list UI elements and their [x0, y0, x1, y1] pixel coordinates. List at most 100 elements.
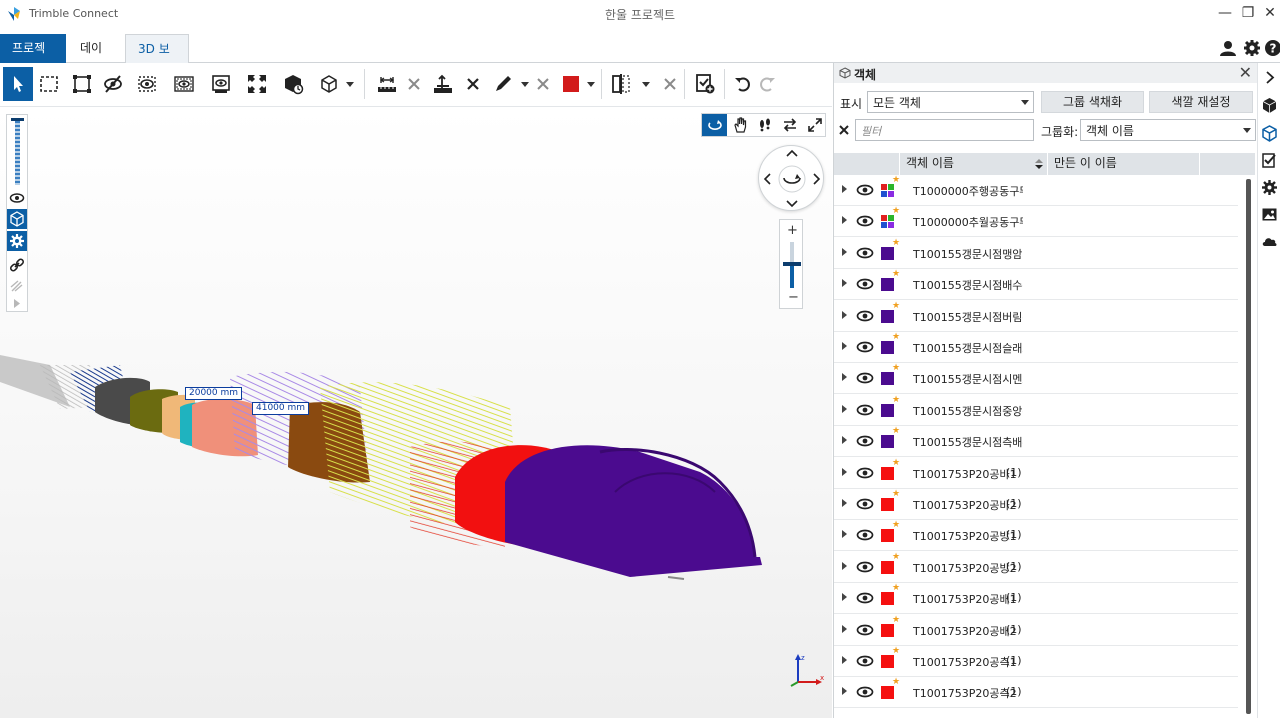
clear-split-icon[interactable]	[655, 67, 685, 101]
tab-project[interactable]: 프로젝트	[0, 34, 66, 83]
show-all-icon[interactable]	[206, 67, 236, 101]
table-row[interactable]: ★ T1001753P20공방2 (1)	[834, 552, 1238, 583]
expand-arrow-icon[interactable]	[842, 593, 847, 602]
visibility-eye-icon[interactable]	[856, 560, 874, 574]
settings-gear-icon[interactable]	[7, 231, 27, 251]
table-row[interactable]: ★ T1001753P20공배1 (1)	[834, 583, 1238, 615]
expand-arrow-icon[interactable]	[842, 467, 847, 476]
table-row[interactable]: ★ T100155갱문시점버림콘	[834, 301, 1238, 332]
clear-measure-icon[interactable]	[399, 67, 429, 101]
settings-icon[interactable]	[1243, 38, 1261, 58]
zoom-in-icon[interactable]: +	[787, 223, 798, 238]
pan-hand-icon[interactable]	[727, 114, 752, 136]
table-row[interactable]: ★ T100155갱문시점측배수	[834, 426, 1238, 458]
group-by-select[interactable]: 객체 이름	[1080, 119, 1256, 141]
table-row[interactable]: ★ T100155갱문시점맹암거	[834, 238, 1238, 269]
select-pointer-icon[interactable]	[3, 67, 33, 101]
tab-data[interactable]: 데이터	[68, 34, 124, 83]
sort-icon[interactable]	[1035, 158, 1043, 170]
scrollbar-thumb[interactable]	[1246, 179, 1251, 714]
display-select[interactable]: 모든 객체	[867, 91, 1034, 113]
visibility-eye-icon[interactable]	[856, 528, 874, 542]
hide-icon[interactable]	[98, 67, 128, 101]
table-row[interactable]: ★ T1001753P20공측2 (1)	[834, 677, 1238, 709]
user-icon[interactable]	[1219, 38, 1237, 58]
orbit-compass[interactable]	[758, 145, 824, 211]
expand-arrow-icon[interactable]	[13, 299, 21, 308]
color-dropdown-icon[interactable]	[587, 82, 595, 88]
restore-button[interactable]: ❐	[1236, 4, 1260, 24]
fullscreen-icon[interactable]	[802, 114, 827, 136]
clear-filter-icon[interactable]	[839, 125, 849, 135]
isolate-icon[interactable]	[132, 67, 162, 101]
expand-arrow-icon[interactable]	[842, 216, 847, 225]
checklist-icon[interactable]	[1261, 152, 1278, 169]
minimize-button[interactable]: —	[1213, 4, 1237, 24]
table-row[interactable]: ★ T100155갱문시점중앙콘	[834, 395, 1238, 426]
visibility-eye-icon[interactable]	[856, 623, 874, 637]
visibility-eye-icon[interactable]	[856, 497, 874, 511]
link-icon[interactable]	[9, 257, 25, 273]
table-row[interactable]: ★ T100155갱문시점슬래브	[834, 332, 1238, 363]
expand-arrow-icon[interactable]	[842, 624, 847, 633]
visibility-eye-icon[interactable]	[856, 685, 874, 699]
fit-extents-icon[interactable]	[242, 67, 272, 101]
visibility-eye-icon[interactable]	[856, 183, 874, 197]
visibility-eye-icon[interactable]	[856, 591, 874, 605]
expand-arrow-icon[interactable]	[842, 404, 847, 413]
object-cube-icon[interactable]	[7, 209, 27, 229]
transparency-slider[interactable]	[15, 121, 20, 185]
reset-color-button[interactable]: 색깔 재설정	[1149, 91, 1253, 113]
expand-arrow-icon[interactable]	[842, 656, 847, 664]
expand-arrow-icon[interactable]	[842, 561, 847, 570]
expand-arrow-icon[interactable]	[842, 247, 847, 256]
expand-arrow-icon[interactable]	[842, 310, 847, 319]
close-window-button[interactable]: ✕	[1258, 4, 1280, 24]
cube-view-icon[interactable]	[314, 67, 344, 101]
visibility-eye-icon[interactable]	[856, 371, 874, 385]
list-scrollbar[interactable]	[1242, 175, 1256, 718]
cloud-icon[interactable]	[1261, 233, 1278, 250]
expand-arrow-icon[interactable]	[842, 185, 847, 193]
visibility-eye-icon[interactable]	[9, 191, 25, 205]
table-row[interactable]: ★ T100155갱문시점배수콘	[834, 269, 1238, 301]
visibility-eye-icon[interactable]	[856, 403, 874, 417]
pointer-trail-icon[interactable]	[9, 279, 25, 293]
visibility-eye-icon[interactable]	[856, 466, 874, 480]
visibility-eye-icon[interactable]	[856, 214, 874, 228]
render-mode-icon[interactable]	[278, 67, 308, 101]
visibility-eye-icon[interactable]	[856, 434, 874, 448]
group-color-button[interactable]: 그룹 색채화	[1041, 91, 1144, 113]
expand-arrow-icon[interactable]	[842, 279, 847, 288]
column-header-name[interactable]: 객체 이름	[900, 153, 1048, 175]
section-plane-icon[interactable]	[428, 67, 458, 101]
color-picker-icon[interactable]	[556, 67, 586, 101]
expand-arrow-icon[interactable]	[842, 499, 847, 507]
zoom-handle[interactable]	[783, 262, 801, 266]
sheets-icon[interactable]	[690, 67, 720, 101]
fit-select-icon[interactable]	[67, 67, 97, 101]
filter-input[interactable]: 필터	[855, 119, 1034, 141]
table-row[interactable]: ★ T1001753P20공바2 (1)	[834, 489, 1238, 520]
walk-footsteps-icon[interactable]	[752, 114, 777, 136]
expand-arrow-icon[interactable]	[842, 530, 847, 539]
visibility-eye-icon[interactable]	[856, 277, 874, 291]
visibility-eye-icon[interactable]	[856, 246, 874, 260]
objects-icon[interactable]	[1261, 125, 1278, 142]
table-row[interactable]: ★ T1001753P20공방1 (1)	[834, 520, 1238, 552]
expand-arrow-icon[interactable]	[842, 373, 847, 382]
table-row[interactable]: ★ T1001753P20공측1 (1)	[834, 646, 1238, 677]
visibility-eye-icon[interactable]	[856, 340, 874, 354]
split-dropdown-icon[interactable]	[642, 82, 650, 88]
markup-pen-icon[interactable]	[488, 67, 518, 101]
model-icon[interactable]	[1261, 97, 1278, 114]
tab-3d-view[interactable]: 3D 보기	[125, 34, 189, 84]
chevron-right-icon[interactable]	[1261, 69, 1278, 86]
expand-arrow-icon[interactable]	[842, 687, 847, 696]
visibility-eye-icon[interactable]	[856, 654, 874, 668]
table-row[interactable]: ★ T1000000주행공동구뚜	[834, 175, 1238, 206]
expand-arrow-icon[interactable]	[842, 342, 847, 350]
show-selected-icon[interactable]	[169, 67, 199, 101]
box-select-icon[interactable]	[34, 67, 64, 101]
split-view-icon[interactable]	[606, 67, 636, 101]
